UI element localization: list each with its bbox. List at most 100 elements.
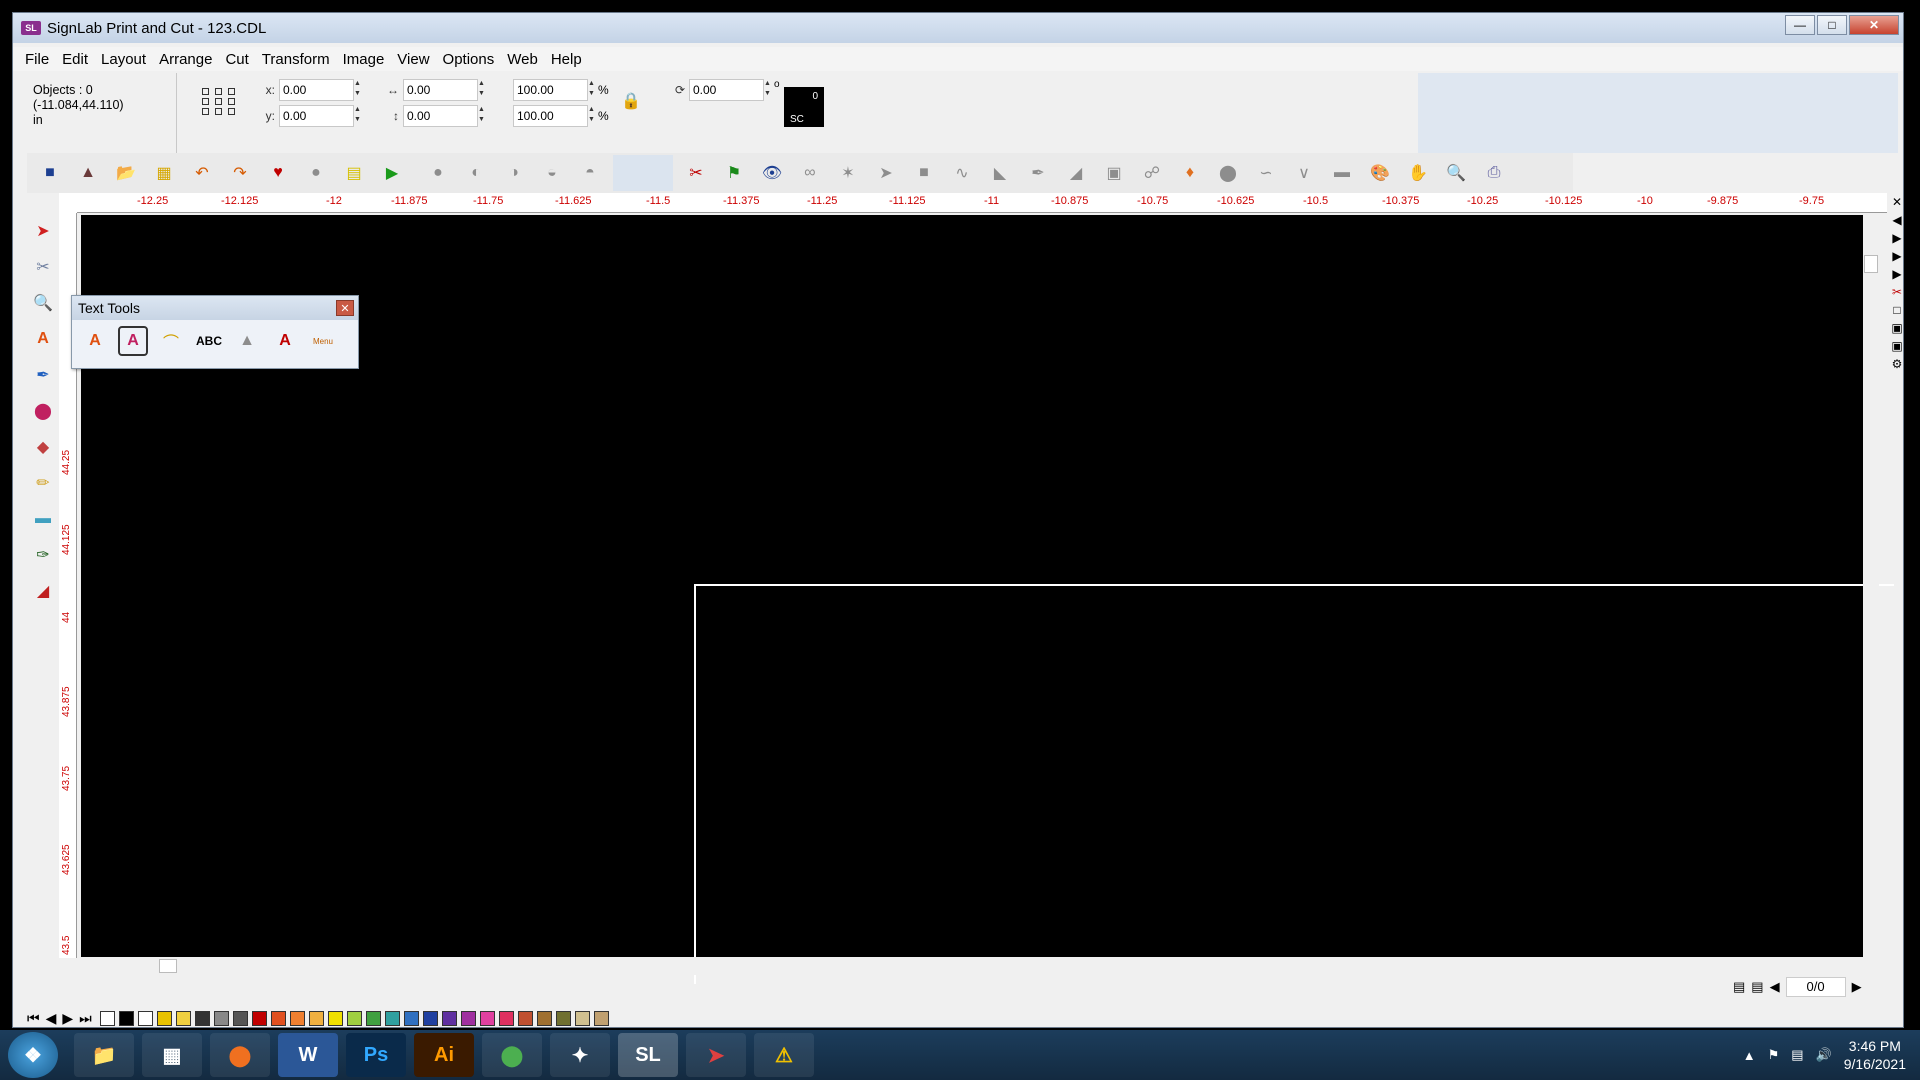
ruler-icon[interactable]: ▬ (1327, 158, 1357, 188)
rotation-input[interactable] (689, 79, 764, 101)
page-prev-icon[interactable]: ◀ (1770, 979, 1780, 995)
horizontal-scroll-thumb[interactable] (159, 959, 177, 973)
scale-height-spinner[interactable]: ▲ ▼ (588, 105, 598, 127)
scissors-icon[interactable]: ✂ (681, 158, 711, 188)
text-a-icon[interactable]: A (80, 326, 110, 356)
menu-layout[interactable]: Layout (101, 51, 146, 68)
arrow-shape-icon[interactable]: ➤ (871, 158, 901, 188)
intersect-icon[interactable]: ◑ (499, 158, 529, 188)
menu-edit[interactable]: Edit (62, 51, 88, 68)
height-input[interactable] (403, 105, 478, 127)
color-swatch[interactable] (270, 1010, 286, 1026)
start-button[interactable]: ❖ (8, 1032, 58, 1078)
open-icon[interactable]: ▲ (73, 158, 103, 188)
palette-icon[interactable]: 🎨 (1365, 158, 1395, 188)
color-swatch[interactable] (536, 1010, 552, 1026)
taskbar-calculator[interactable]: ▦ (142, 1033, 202, 1077)
tray-network-icon[interactable]: ▤ (1791, 1047, 1803, 1063)
no-fill-icon[interactable]: □ (1893, 303, 1900, 317)
settings-icon[interactable]: ⚙ (1892, 357, 1903, 371)
color-swatch[interactable] (308, 1010, 324, 1026)
color-swatch[interactable] (137, 1010, 153, 1026)
zoom-icon[interactable]: 🔍 (1441, 158, 1471, 188)
square-icon[interactable]: ■ (909, 158, 939, 188)
color-swatch[interactable] (384, 1010, 400, 1026)
eye-icon[interactable]: 👁 (757, 158, 787, 188)
outline-icon[interactable]: ◓ (575, 158, 605, 188)
last-color-icon[interactable]: ⏭ (79, 1010, 92, 1027)
menu-icon[interactable]: Menu (308, 326, 338, 356)
width-input[interactable] (403, 79, 478, 101)
redo-icon[interactable]: ↷ (225, 158, 255, 188)
text-tool-icon[interactable]: A (28, 324, 58, 354)
color-swatch[interactable] (232, 1010, 248, 1026)
taskbar-photo-app[interactable]: ✦ (550, 1033, 610, 1077)
menu-file[interactable]: File (25, 51, 49, 68)
color-swatch[interactable] (365, 1010, 381, 1026)
page-list-icon[interactable]: ▤ (1733, 979, 1745, 995)
chain-icon[interactable]: ☍ (1137, 158, 1167, 188)
taskbar-warning[interactable]: ⚠ (754, 1033, 814, 1077)
color-swatch[interactable] (403, 1010, 419, 1026)
open-folder-icon[interactable]: 📂 (111, 158, 141, 188)
color-swatch[interactable] (213, 1010, 229, 1026)
text-path-icon[interactable]: ▲ (232, 326, 262, 356)
height-spinner[interactable]: ▲ ▼ (478, 105, 488, 127)
color-swatch[interactable] (118, 1010, 134, 1026)
flag-icon[interactable]: ⚑ (719, 158, 749, 188)
block-icon[interactable]: ▣ (1099, 158, 1129, 188)
menu-arrange[interactable]: Arrange (159, 51, 212, 68)
color-swatch[interactable] (422, 1010, 438, 1026)
brush-tool-icon[interactable]: ✑ (28, 540, 58, 570)
swirl-icon[interactable]: ∞ (795, 158, 825, 188)
node-edit-icon[interactable]: ✂ (28, 252, 58, 282)
y-spinner[interactable]: ▲ ▼ (354, 105, 364, 127)
prev-icon[interactable]: ◀ (1892, 213, 1901, 227)
slant-icon[interactable]: ◢ (1061, 158, 1091, 188)
undo-icon[interactable]: ↶ (187, 158, 217, 188)
shadow-icon[interactable]: ◣ (985, 158, 1015, 188)
zoom-tool-icon[interactable]: 🔍 (28, 288, 58, 318)
distort-icon[interactable]: ∿ (947, 158, 977, 188)
color-swatch[interactable] (441, 1010, 457, 1026)
knife-tool-icon[interactable]: ◢ (28, 576, 58, 606)
x-spinner[interactable]: ▲ ▼ (354, 79, 364, 101)
color-swatch[interactable] (99, 1010, 115, 1026)
new-document-icon[interactable]: ■ (35, 158, 65, 188)
color-swatch[interactable] (479, 1010, 495, 1026)
break-apart-icon[interactable]: ◐ (461, 158, 491, 188)
vertical-scroll-thumb[interactable] (1864, 255, 1878, 273)
blob-icon[interactable]: ⬤ (1213, 158, 1243, 188)
taskbar-illustrator[interactable]: Ai (414, 1033, 474, 1077)
tray-flag-icon[interactable]: ⚑ (1768, 1047, 1780, 1063)
end-icon[interactable]: ▶ (1892, 267, 1901, 281)
combine-icon[interactable]: ● (423, 158, 453, 188)
prev-color-icon[interactable]: ◀ (46, 1010, 57, 1027)
text-tools-close-button[interactable]: ✕ (336, 300, 354, 316)
color-swatch[interactable] (555, 1010, 571, 1026)
vertical-scrollbar[interactable] (1863, 215, 1879, 957)
taskbar-signlab[interactable]: SL (618, 1033, 678, 1077)
color-swatch[interactable] (156, 1010, 172, 1026)
scale-width-input[interactable] (513, 79, 588, 101)
pencil-tool-icon[interactable]: ✏ (28, 468, 58, 498)
color-swatch[interactable] (460, 1010, 476, 1026)
step-icon[interactable]: ▶ (1892, 249, 1901, 263)
rotation-spinner[interactable]: ▲ ▼ (764, 79, 774, 101)
taskbar-chrome[interactable]: ⬤ (482, 1033, 542, 1077)
arc-text-icon[interactable]: ⌒ (156, 326, 186, 356)
color-swatch[interactable] (327, 1010, 343, 1026)
taskbar-paint[interactable]: ➤ (686, 1033, 746, 1077)
minimize-button[interactable]: — (1785, 15, 1815, 35)
hand-icon[interactable]: ✋ (1403, 158, 1433, 188)
next-color-icon[interactable]: ▶ (62, 1010, 73, 1027)
menu-options[interactable]: Options (443, 51, 495, 68)
star-icon[interactable]: ✶ (833, 158, 863, 188)
group-icon[interactable]: ▤ (339, 158, 369, 188)
menu-transform[interactable]: Transform (262, 51, 330, 68)
page-icon[interactable]: ▣ (1891, 321, 1902, 335)
shape-icon[interactable]: ♥ (263, 158, 293, 188)
layer-icon[interactable]: ▣ (1891, 339, 1902, 353)
weld-icon[interactable]: ● (301, 158, 331, 188)
taskbar-explorer[interactable]: 📁 (74, 1033, 134, 1077)
